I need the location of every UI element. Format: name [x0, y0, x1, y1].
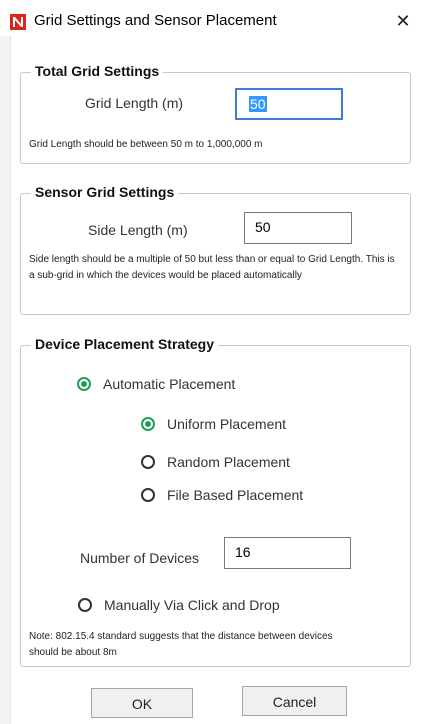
placement-note: Note: 802.15.4 standard suggests that th…: [29, 631, 333, 658]
uniform-placement-label: Uniform Placement: [167, 416, 287, 432]
ok-button[interactable]: OK: [91, 688, 193, 718]
radio-unselected-icon: [78, 598, 92, 612]
grid-length-input[interactable]: 50: [235, 88, 343, 120]
total-grid-settings-group: Total Grid Settings Grid Length (m) 50 G…: [20, 63, 411, 164]
device-placement-legend: Device Placement Strategy: [31, 336, 218, 352]
radio-unselected-icon: [141, 455, 155, 469]
window-title: Grid Settings and Sensor Placement: [34, 12, 277, 29]
app-icon: [10, 14, 26, 30]
number-of-devices-input[interactable]: 16: [224, 537, 351, 569]
cancel-button[interactable]: Cancel: [242, 686, 347, 716]
automatic-placement-label: Automatic Placement: [103, 376, 236, 392]
random-placement-radio[interactable]: Random Placement: [141, 451, 290, 473]
number-of-devices-label: Number of Devices: [80, 550, 200, 566]
random-placement-label: Random Placement: [167, 454, 290, 470]
device-placement-group: Device Placement Strategy Automatic Plac…: [20, 336, 411, 667]
file-based-placement-radio[interactable]: File Based Placement: [141, 484, 303, 506]
side-length-input[interactable]: 50: [244, 212, 352, 244]
side-length-hint: Side length should be a multiple of 50 b…: [29, 254, 395, 281]
sensor-grid-settings-legend: Sensor Grid Settings: [31, 184, 179, 200]
grid-length-hint: Grid Length should be between 50 m to 1,…: [29, 139, 263, 150]
radio-unselected-icon: [141, 488, 155, 502]
sensor-grid-settings-group: Sensor Grid Settings Side Length (m) 50 …: [20, 184, 411, 315]
close-icon[interactable]: ✕: [391, 9, 415, 33]
automatic-placement-radio[interactable]: Automatic Placement: [77, 373, 235, 395]
side-length-label: Side Length (m): [88, 222, 188, 238]
total-grid-settings-legend: Total Grid Settings: [31, 63, 164, 79]
file-based-placement-label: File Based Placement: [167, 487, 304, 503]
manual-placement-label: Manually Via Click and Drop: [104, 597, 280, 613]
uniform-placement-radio[interactable]: Uniform Placement: [141, 413, 286, 435]
radio-selected-icon: [141, 417, 155, 431]
radio-selected-icon: [77, 377, 91, 391]
window-left-edge: [0, 36, 11, 724]
manual-placement-radio[interactable]: Manually Via Click and Drop: [78, 594, 280, 616]
grid-length-value: 50: [249, 96, 267, 112]
title-bar: Grid Settings and Sensor Placement ✕: [0, 0, 421, 36]
grid-length-label: Grid Length (m): [85, 95, 184, 111]
